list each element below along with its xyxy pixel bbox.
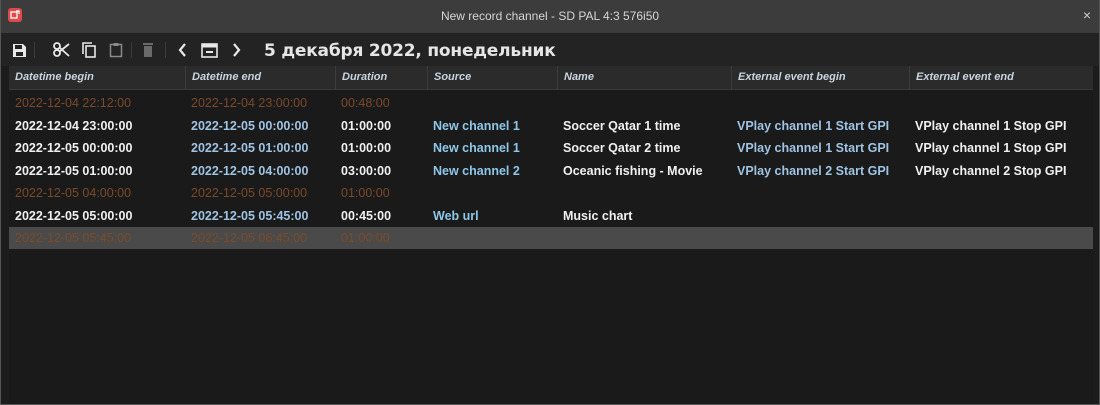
save-icon[interactable] <box>11 41 27 59</box>
window-title: New record channel - SD PAL 4:3 576i50 <box>440 9 660 23</box>
table-row[interactable]: 2022-12-04 22:12:00 2022-12-04 23:00:00 00… <box>9 92 1093 114</box>
column-header[interactable]: Duration <box>335 66 425 90</box>
cell-datetime-end: 2022-12-05 00:00:00 <box>191 118 309 133</box>
app-window: New record channel - SD PAL 4:3 576i50 × <box>0 0 1100 405</box>
calendar-icon[interactable] <box>200 41 218 59</box>
cell-external-event-end: VPlay channel 1 Stop GPI <box>915 118 1067 133</box>
cell-external-event-begin: VPlay channel 2 Start GPI <box>737 163 890 178</box>
cell-datetime-end: 2022-12-05 05:00:00 <box>191 186 308 200</box>
cell-datetime-begin: 2022-12-05 00:00:00 <box>15 141 133 155</box>
copy-icon[interactable] <box>81 41 96 59</box>
cell-datetime-end: 2022-12-04 23:00:00 <box>191 96 308 110</box>
toolbar-separator <box>131 42 132 58</box>
cell-datetime-begin: 2022-12-04 22:12:00 <box>15 96 132 110</box>
cell-duration: 01:00:00 <box>341 231 390 245</box>
cell-duration: 01:00:00 <box>341 141 392 155</box>
cell-source: New channel 1 <box>433 118 520 133</box>
cell-datetime-begin: 2022-12-05 04:00:00 <box>15 186 132 200</box>
cell-datetime-begin: 2022-12-05 05:00:00 <box>15 208 133 223</box>
column-header[interactable]: Name <box>557 66 729 90</box>
cell-external-event-begin: VPlay channel 1 Start GPI <box>737 141 890 155</box>
cell-datetime-begin: 2022-12-04 23:00:00 <box>15 118 133 133</box>
cell-duration: 01:00:00 <box>341 118 392 133</box>
cut-icon[interactable] <box>52 41 70 59</box>
next-day-icon[interactable] <box>230 41 242 59</box>
cell-datetime-begin: 2022-12-05 05:45:00 <box>15 231 132 245</box>
delete-icon[interactable] <box>141 41 155 59</box>
table-header: Datetime begin Datetime end Duration Sou… <box>9 66 1093 90</box>
cell-name: Music chart <box>563 208 633 223</box>
cell-datetime-end: 2022-12-05 05:45:00 <box>191 208 309 223</box>
close-button[interactable]: × <box>1083 8 1091 22</box>
cell-name: Soccer Qatar 2 time <box>563 141 681 155</box>
toolbar: 5 декабря 2022, понедельник <box>1 33 1099 66</box>
cell-datetime-end: 2022-12-05 04:00:00 <box>191 163 309 178</box>
cell-external-event-end: VPlay channel 2 Stop GPI <box>915 163 1067 178</box>
cell-source: New channel 2 <box>433 163 520 178</box>
paste-icon[interactable] <box>108 41 123 59</box>
schedule-table[interactable]: Datetime begin Datetime end Duration Sou… <box>9 66 1093 404</box>
toolbar-separator <box>165 42 166 58</box>
title-bar[interactable]: New record channel - SD PAL 4:3 576i50 × <box>1 0 1099 33</box>
cell-source: Web url <box>433 208 479 223</box>
column-header[interactable]: Datetime begin <box>9 66 155 90</box>
column-header[interactable]: Datetime end <box>185 66 331 90</box>
cell-external-event-begin: VPlay channel 1 Start GPI <box>737 118 890 133</box>
column-header[interactable]: External event end <box>909 66 1095 90</box>
table-row[interactable]: 2022-12-05 05:00:00 2022-12-05 05:45:00 00… <box>9 205 1093 227</box>
table-row[interactable]: 2022-12-05 01:00:00 2022-12-05 04:00:00 03… <box>9 160 1093 182</box>
previous-day-icon[interactable] <box>176 41 188 59</box>
cell-datetime-end: 2022-12-05 01:00:00 <box>191 141 309 155</box>
table-row[interactable]: 2022-12-05 00:00:00 2022-12-05 01:00:00 01… <box>9 137 1093 159</box>
toolbar-separator <box>34 42 35 58</box>
cell-source: New channel 1 <box>433 141 520 155</box>
cell-datetime-end: 2022-12-05 06:45:00 <box>191 231 308 245</box>
column-header[interactable]: Source <box>427 66 555 90</box>
cell-duration: 00:48:00 <box>341 96 390 110</box>
cell-external-event-end: VPlay channel 1 Stop GPI <box>915 141 1067 155</box>
table-row[interactable]: 2022-12-05 04:00:00 2022-12-05 05:00:00 01… <box>9 182 1093 204</box>
cell-datetime-begin: 2022-12-05 01:00:00 <box>15 163 133 178</box>
current-date-label[interactable]: 5 декабря 2022, понедельник <box>264 41 556 61</box>
cell-name: Soccer Qatar 1 time <box>563 118 681 133</box>
column-header[interactable]: External event begin <box>731 66 909 90</box>
cell-duration: 00:45:00 <box>341 208 392 223</box>
table-row[interactable]: 2022-12-05 05:45:00 2022-12-05 06:45:00 01… <box>9 227 1093 249</box>
cell-duration: 03:00:00 <box>341 163 392 178</box>
cell-duration: 01:00:00 <box>341 186 390 200</box>
table-row[interactable]: 2022-12-04 23:00:00 2022-12-05 00:00:00 01… <box>9 115 1093 137</box>
cell-name: Oceanic fishing - Movie <box>563 163 703 178</box>
